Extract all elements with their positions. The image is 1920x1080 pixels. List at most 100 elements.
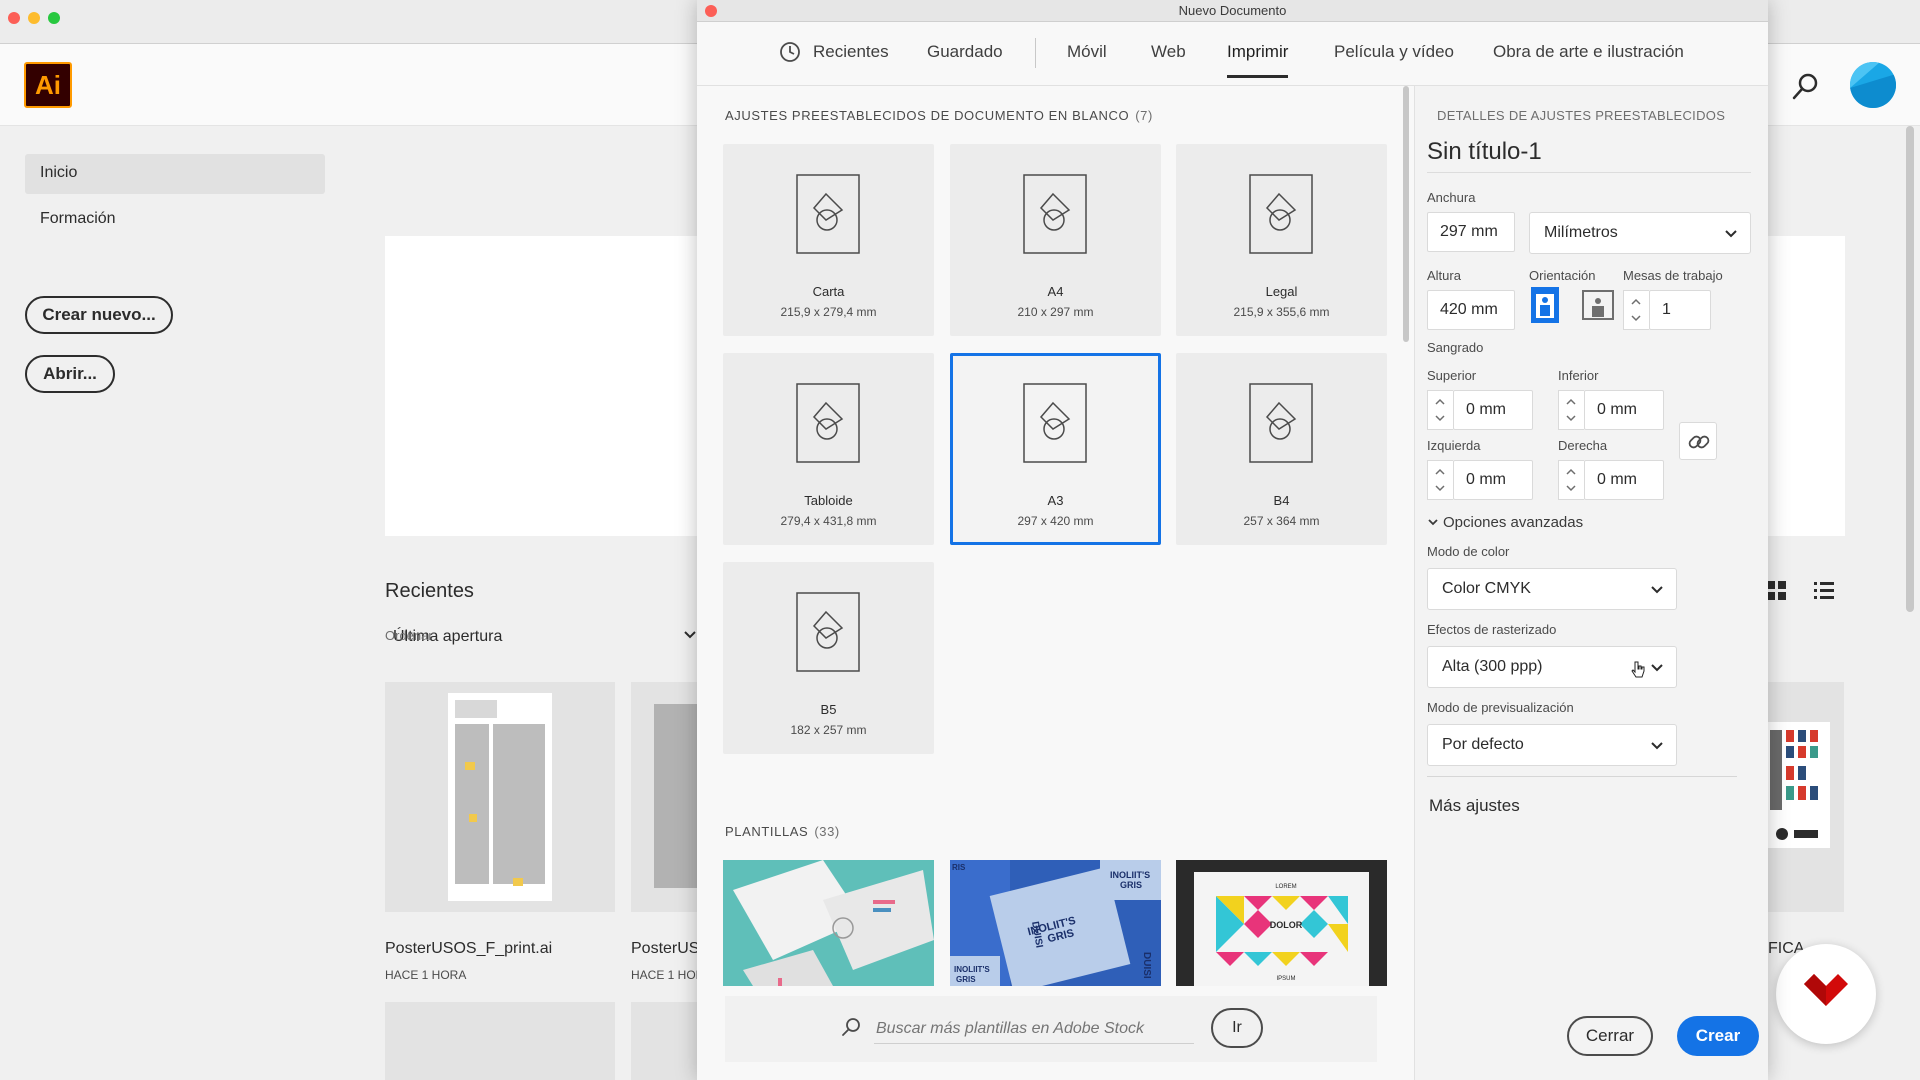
recent-file-time: HACE 1 HOR (631, 968, 697, 982)
preset-carta[interactable]: Carta 215,9 x 279,4 mm (723, 144, 934, 336)
artboards-stepper[interactable] (1623, 290, 1649, 330)
preset-size: 182 x 257 mm (790, 723, 867, 737)
link-bleed-button[interactable] (1679, 422, 1717, 460)
preset-name: Carta (812, 284, 845, 299)
chevron-down-icon[interactable] (1566, 413, 1576, 423)
preset-size: 215,9 x 355,6 mm (1233, 305, 1330, 319)
bleed-bottom-input[interactable]: 0 mm (1584, 390, 1664, 430)
recents-title: Recientes (385, 580, 474, 602)
recent-file-thumbnail[interactable] (631, 682, 697, 912)
recent-file-thumbnail[interactable] (631, 1002, 697, 1080)
preview-mode-select[interactable]: Por defecto (1427, 724, 1677, 766)
search-icon[interactable] (1790, 70, 1822, 102)
page-scrollbar[interactable] (1906, 126, 1914, 612)
tab-imprimir[interactable]: Imprimir (1227, 42, 1289, 78)
bleed-top-label: Superior (1427, 368, 1477, 383)
chevron-up-icon[interactable] (1631, 297, 1641, 307)
chevron-down-icon[interactable] (1435, 483, 1445, 493)
chevron-up-icon[interactable] (1566, 467, 1576, 477)
presets-section-label: AJUSTES PREESTABLECIDOS DE DOCUMENTO EN … (725, 108, 1130, 123)
width-input[interactable]: 297 mm (1427, 212, 1515, 252)
sort-control[interactable]: Ordenar Última apertura (385, 628, 502, 646)
tab-movil[interactable]: Móvil (1067, 42, 1107, 78)
window-minimize-button[interactable] (28, 12, 40, 24)
tab-obra-arte[interactable]: Obra de arte e ilustración (1493, 42, 1684, 78)
chevron-up-icon[interactable] (1435, 397, 1445, 407)
color-mode-select[interactable]: Color CMYK (1427, 568, 1677, 610)
preset-b4[interactable]: B4 257 x 364 mm (1176, 353, 1387, 545)
category-tabs: Recientes Guardado Móvil Web Imprimir Pe… (697, 22, 1768, 86)
recent-file-name[interactable]: PosterUS (631, 940, 697, 958)
bleed-right-stepper[interactable] (1558, 460, 1584, 500)
template-text: IPSUM (1276, 976, 1295, 982)
chevron-down-icon[interactable] (1566, 483, 1576, 493)
preset-a3[interactable]: A3 297 x 420 mm (950, 353, 1161, 545)
chevron-down-icon[interactable] (683, 628, 697, 642)
details-header: DETALLES DE AJUSTES PREESTABLECIDOS (1437, 108, 1726, 123)
recent-file-thumbnail[interactable] (1768, 682, 1844, 912)
template-card[interactable]: INOLIIT'S GRIS INOLIIT'S GRIS RIS INOLII… (950, 860, 1161, 986)
close-button[interactable]: Cerrar (1567, 1016, 1653, 1056)
recent-file-thumbnail[interactable] (385, 1002, 615, 1080)
dialog-close-button[interactable] (705, 5, 717, 17)
more-settings-link[interactable]: Más ajustes (1429, 796, 1520, 816)
units-select[interactable]: Milímetros (1529, 212, 1751, 254)
chevron-down-icon[interactable] (1631, 313, 1641, 323)
stock-go-button[interactable]: Ir (1211, 1008, 1263, 1048)
preset-size: 297 x 420 mm (1017, 514, 1094, 528)
preset-tabloide[interactable]: Tabloide 279,4 x 431,8 mm (723, 353, 934, 545)
height-input[interactable]: 420 mm (1427, 290, 1515, 330)
bleed-left-input[interactable]: 0 mm (1453, 460, 1533, 500)
bleed-bottom-label: Inferior (1558, 368, 1599, 383)
bleed-label: Sangrado (1427, 340, 1484, 355)
template-card[interactable] (723, 860, 934, 986)
recent-file-name[interactable]: PosterUSOS_F_print.ai (385, 940, 552, 958)
bleed-left-stepper[interactable] (1427, 460, 1453, 500)
bleed-top-input[interactable]: 0 mm (1453, 390, 1533, 430)
avatar[interactable] (1850, 62, 1896, 108)
bleed-right-label: Derecha (1558, 438, 1608, 453)
create-new-button[interactable]: Crear nuevo... (25, 296, 173, 334)
clock-icon (780, 42, 800, 62)
template-card[interactable]: DOLOR LOREM IPSUM (1176, 860, 1387, 986)
chevron-down-icon[interactable] (1435, 413, 1445, 423)
chevron-up-icon[interactable] (1435, 467, 1445, 477)
illustrator-logo: Ai (24, 62, 72, 108)
window-close-button[interactable] (8, 12, 20, 24)
bleed-right-input[interactable]: 0 mm (1584, 460, 1664, 500)
document-icon (1249, 174, 1313, 254)
tab-web[interactable]: Web (1151, 42, 1186, 78)
tab-recientes[interactable]: Recientes (813, 42, 889, 78)
stock-search-input[interactable] (874, 1014, 1194, 1044)
preset-a4[interactable]: A4 210 x 297 mm (950, 144, 1161, 336)
tab-guardado[interactable]: Guardado (927, 42, 1003, 78)
chevron-up-icon[interactable] (1566, 397, 1576, 407)
portrait-orientation-icon[interactable] (1528, 286, 1562, 324)
document-icon (1023, 174, 1087, 254)
document-name-field[interactable]: Sin título-1 (1427, 138, 1751, 173)
bleed-left-label: Izquierda (1427, 438, 1481, 453)
new-document-dialog: Nuevo Documento Recientes Guardado Móvil… (697, 0, 1768, 1080)
sidebar-item-formacion[interactable]: Formación (25, 200, 325, 240)
list-view-icon[interactable] (1813, 580, 1835, 602)
sidebar-item-inicio[interactable]: Inicio (25, 154, 325, 194)
advanced-options-toggle[interactable]: Opciones avanzadas (1427, 514, 1583, 531)
recent-file-thumbnail[interactable] (385, 682, 615, 912)
document-icon (1249, 383, 1313, 463)
preset-legal[interactable]: Legal 215,9 x 355,6 mm (1176, 144, 1387, 336)
bleed-top-stepper[interactable] (1427, 390, 1453, 430)
grid-view-icon[interactable] (1766, 580, 1788, 602)
bleed-bottom-stepper[interactable] (1558, 390, 1584, 430)
tab-pelicula-video[interactable]: Película y vídeo (1334, 42, 1454, 78)
window-zoom-button[interactable] (48, 12, 60, 24)
artboards-input[interactable]: 1 (1649, 290, 1711, 330)
sidebar: Inicio Formación Crear nuevo... Abrir... (0, 126, 340, 1080)
templates-section-title: PLANTILLAS (33) (725, 824, 840, 839)
preset-b5[interactable]: B5 182 x 257 mm (723, 562, 934, 754)
create-button[interactable]: Crear (1677, 1016, 1759, 1056)
open-button[interactable]: Abrir... (25, 355, 115, 393)
templates-section-label: PLANTILLAS (725, 824, 809, 839)
landscape-orientation-icon[interactable] (1581, 286, 1615, 324)
presets-scrollbar[interactable] (1403, 86, 1409, 342)
chevron-down-icon (1651, 664, 1663, 672)
